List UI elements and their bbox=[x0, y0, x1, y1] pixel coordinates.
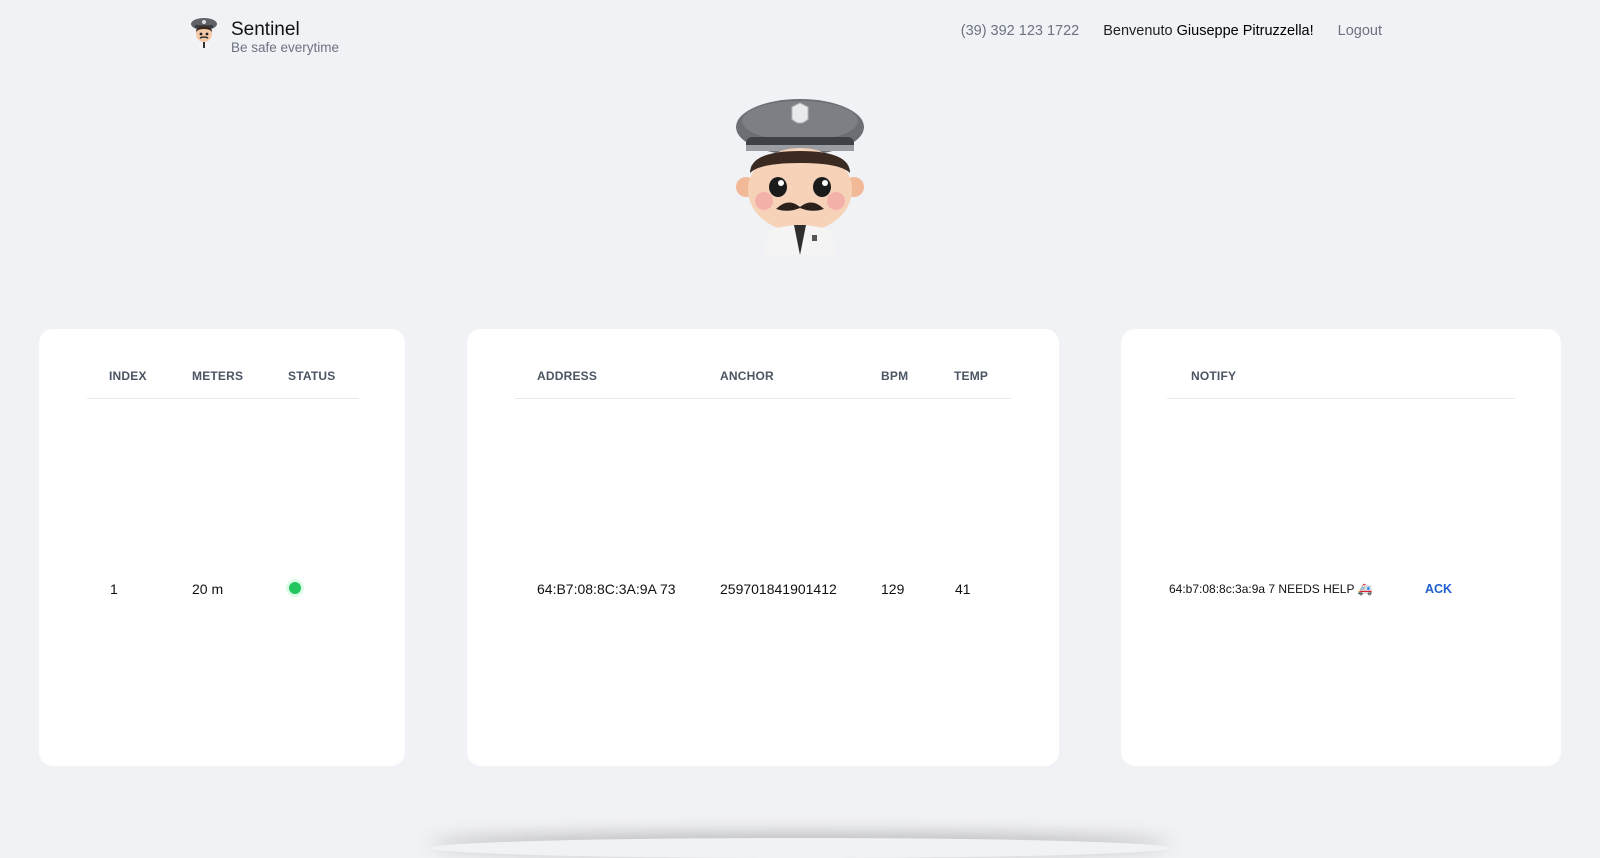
policeman-logo-icon bbox=[191, 18, 217, 48]
welcome-message: Benvenuto Giuseppe Pitruzzella! bbox=[1103, 23, 1313, 39]
brand[interactable]: Sentinel Be safe everytime bbox=[189, 16, 339, 55]
notification-message: 64:b7:08:8c:3a:9a 7 NEEDS HELP 🚑 bbox=[1169, 582, 1373, 596]
brand-name: Sentinel bbox=[231, 19, 300, 40]
cell-anchor: 259701841901412 bbox=[720, 581, 837, 597]
cell-bpm: 129 bbox=[881, 581, 905, 597]
logout-link[interactable]: Logout bbox=[1338, 23, 1382, 39]
column-header-status[interactable]: STATUS bbox=[288, 369, 335, 383]
notify-table-header: NOTIFY bbox=[1167, 369, 1515, 399]
cell-index: 1 bbox=[110, 581, 118, 597]
column-header-meters[interactable]: METERS bbox=[192, 369, 243, 383]
column-header-address[interactable]: ADDRESS bbox=[537, 369, 597, 383]
welcome-prefix: Benvenuto bbox=[1103, 23, 1173, 39]
notify-card: NOTIFY 64:b7:08:8c:3a:9a 7 NEEDS HELP 🚑 … bbox=[1121, 329, 1561, 766]
readings-table-header: ADDRESS ANCHOR BPM TEMP bbox=[515, 369, 1011, 399]
devices-card: INDEX METERS STATUS 1 20 m bbox=[39, 329, 405, 766]
policeman-mascot-illustration bbox=[736, 99, 864, 255]
column-header-index[interactable]: INDEX bbox=[109, 369, 147, 383]
column-header-anchor[interactable]: ANCHOR bbox=[720, 369, 774, 383]
top-header: Sentinel Be safe everytime (39) 392 123 … bbox=[0, 0, 1600, 70]
cell-address: 64:B7:08:8C:3A:9A 73 bbox=[537, 581, 676, 597]
bottom-dock-shadow bbox=[430, 838, 1170, 858]
column-header-bpm[interactable]: BPM bbox=[881, 369, 908, 383]
phone-number[interactable]: (39) 392 123 1722 bbox=[961, 23, 1080, 39]
ack-button[interactable]: ACK bbox=[1425, 582, 1452, 596]
user-name: Giuseppe Pitruzzella! bbox=[1176, 23, 1314, 39]
column-header-notify[interactable]: NOTIFY bbox=[1191, 369, 1236, 383]
status-online-icon bbox=[289, 582, 301, 594]
cell-meters: 20 m bbox=[192, 581, 224, 597]
brand-tagline: Be safe everytime bbox=[231, 40, 340, 55]
cell-temp: 41 bbox=[955, 581, 971, 597]
readings-card: ADDRESS ANCHOR BPM TEMP 64:B7:08:8C:3A:9… bbox=[467, 329, 1059, 766]
top-nav: (39) 392 123 1722 Benvenuto Giuseppe Pit… bbox=[961, 23, 1382, 39]
devices-table-header: INDEX METERS STATUS bbox=[87, 369, 359, 399]
column-header-temp[interactable]: TEMP bbox=[954, 369, 988, 383]
